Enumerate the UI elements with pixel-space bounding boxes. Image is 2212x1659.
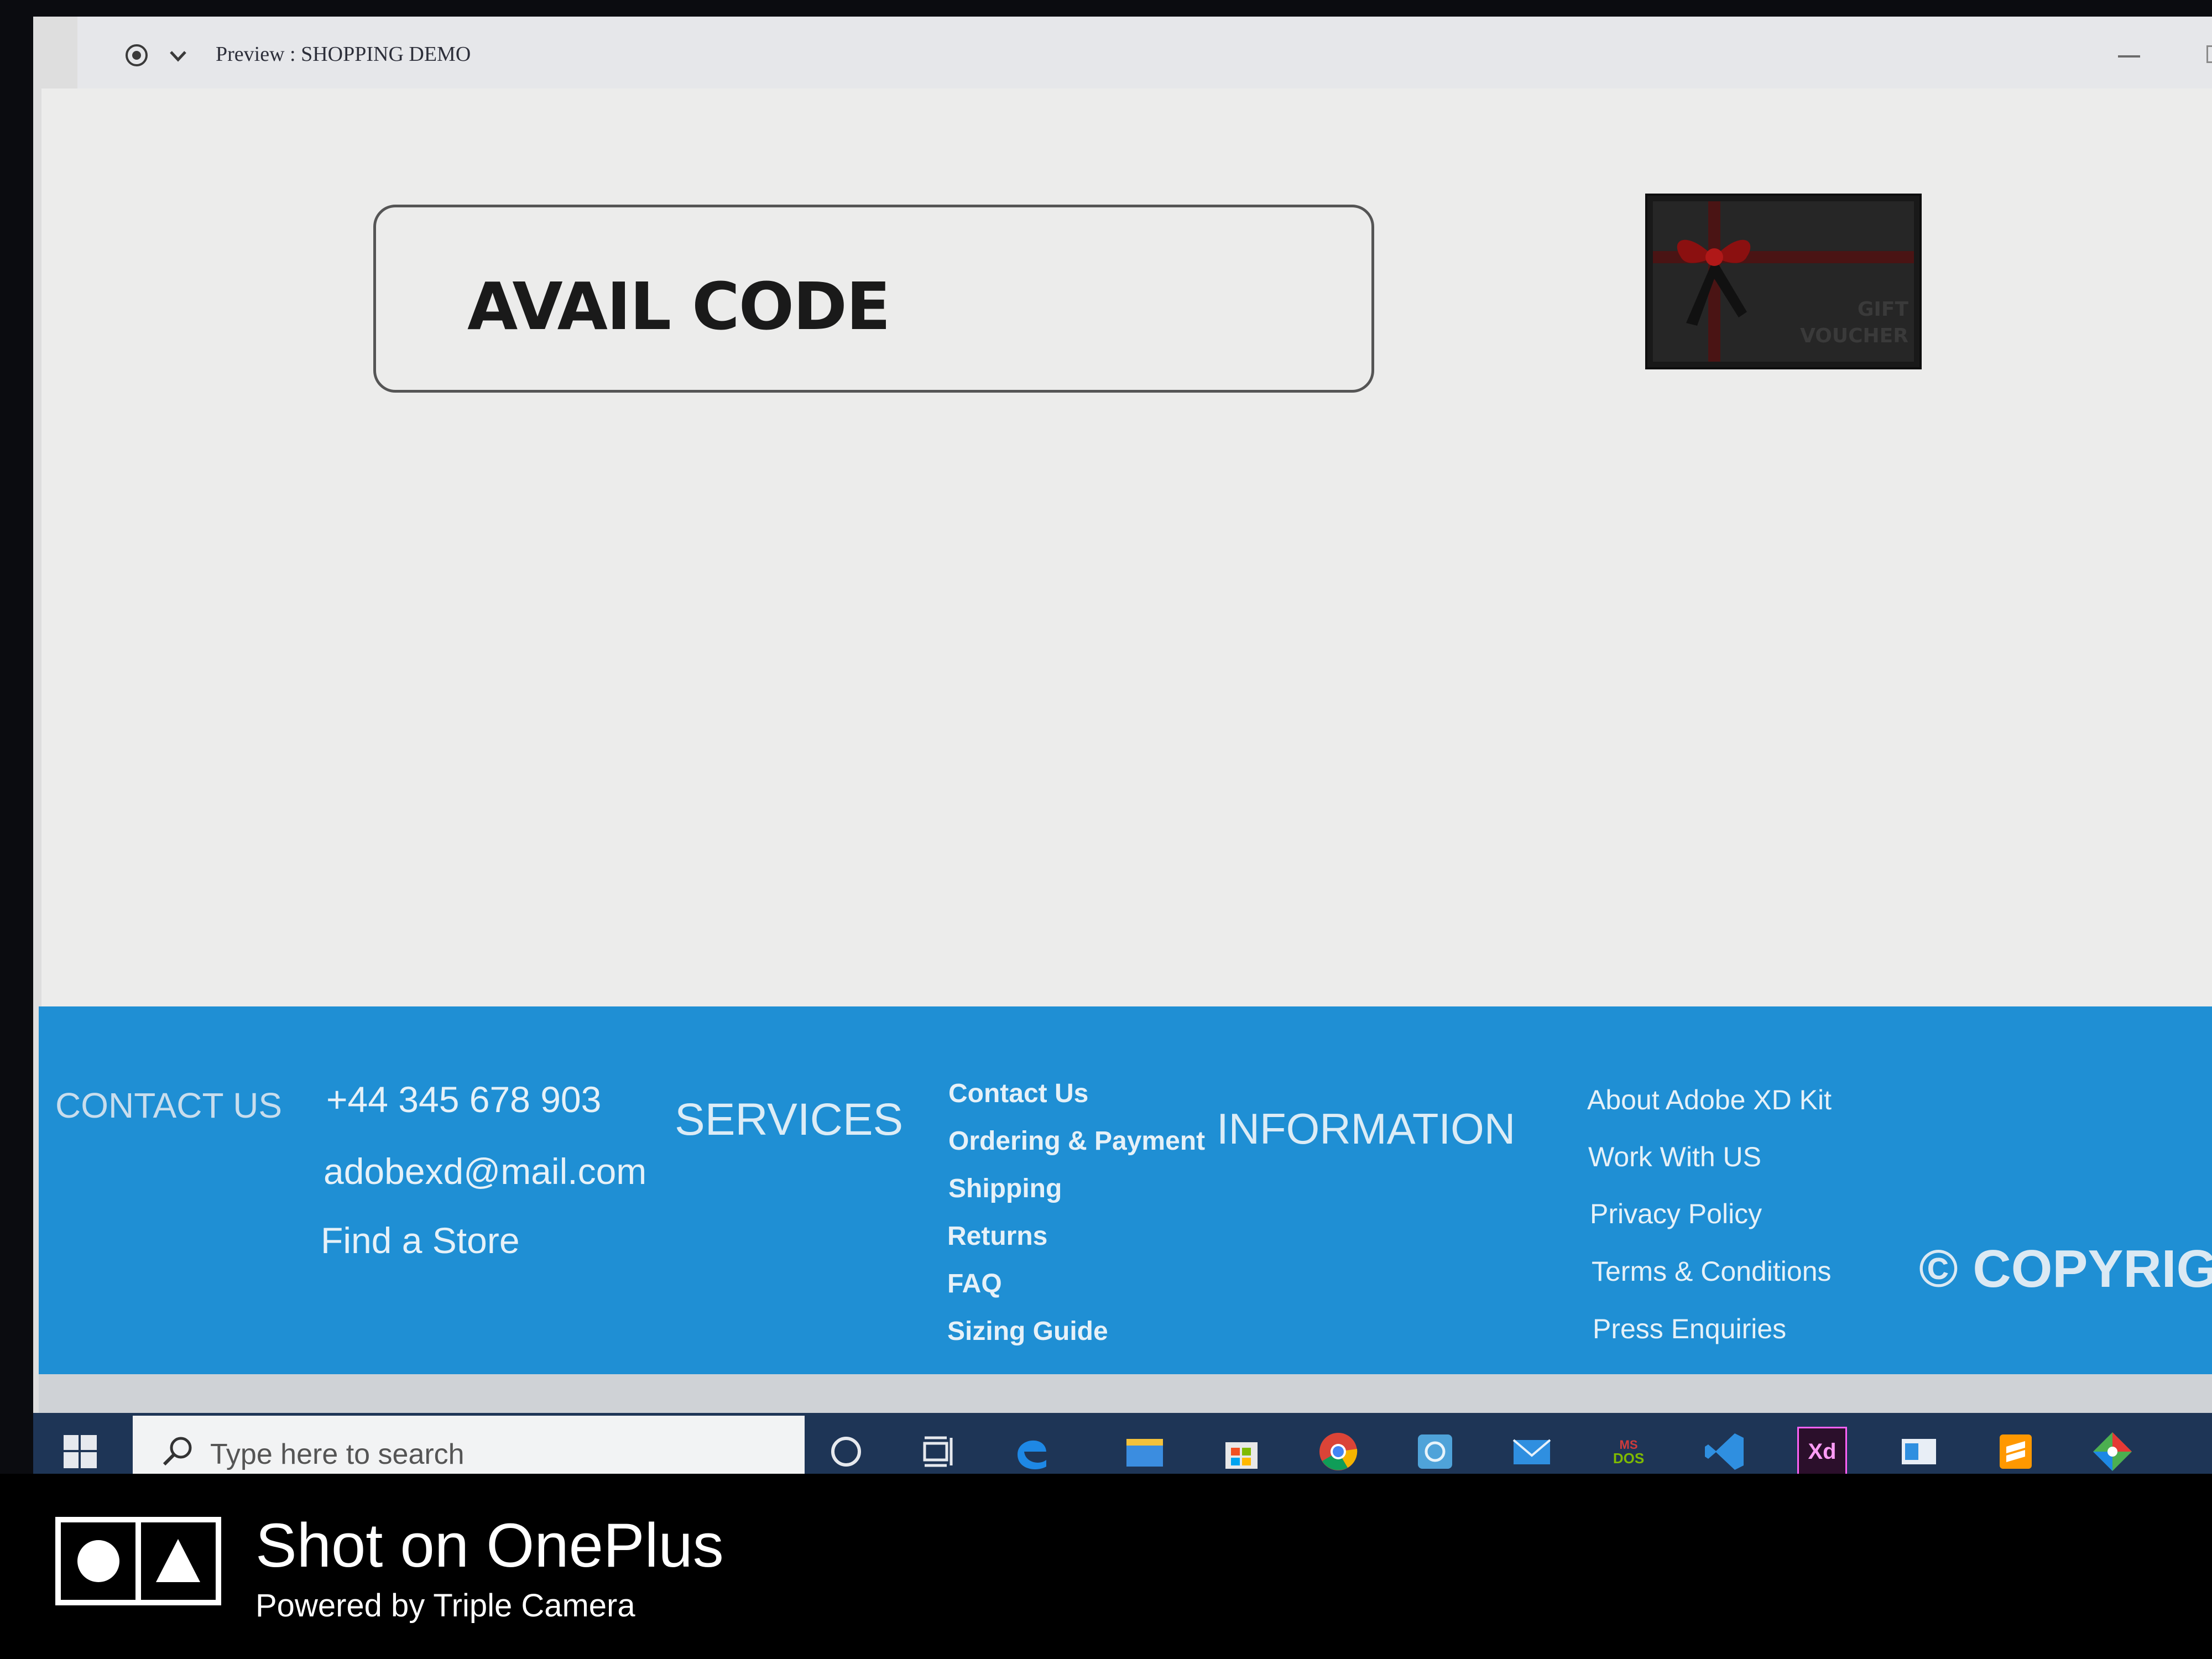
gift-text-line2: VOUCHER [1800, 325, 1908, 347]
windows-logo-icon [64, 1435, 97, 1468]
window-app-icon[interactable] [1894, 1427, 1944, 1477]
gift-text-line1: GIFT [1857, 298, 1908, 321]
gift-voucher-text: GIFT VOUCHER [1800, 296, 1908, 349]
avail-code-button[interactable]: AVAIL CODE [373, 205, 1374, 393]
services-link-contact-us[interactable]: Contact Us [948, 1078, 1088, 1109]
start-button[interactable] [33, 1413, 127, 1477]
services-link-ordering-payment[interactable]: Ordering & Payment [948, 1126, 1205, 1156]
record-icon[interactable] [124, 43, 149, 67]
search-placeholder: Type here to search [210, 1438, 465, 1470]
windows-taskbar: Type here to search MS DOS Xd [33, 1413, 2212, 1477]
mail-icon[interactable] [1507, 1427, 1557, 1477]
services-heading: SERVICES [675, 1094, 904, 1145]
minimize-icon[interactable] [2118, 55, 2140, 58]
services-link-faq[interactable]: FAQ [947, 1269, 1002, 1299]
watermark-subtitle: Powered by Triple Camera [255, 1588, 635, 1624]
email-link[interactable]: adobexd@mail.com [324, 1150, 646, 1192]
camera-logo-icon [55, 1517, 221, 1605]
vscode-icon[interactable] [1700, 1427, 1750, 1477]
camera-watermark: Shot on OnePlus Powered by Triple Camera [0, 1474, 2212, 1659]
info-link-privacy-policy[interactable]: Privacy Policy [1590, 1198, 1762, 1230]
info-link-terms-conditions[interactable]: Terms & Conditions [1592, 1255, 1832, 1287]
monitor-screen: Preview : SHOPPING DEMO AVAIL CODE GIFT … [33, 17, 2212, 1477]
chrome-icon[interactable] [1313, 1427, 1363, 1477]
information-heading: INFORMATION [1217, 1104, 1516, 1153]
phone-number[interactable]: +44 345 678 903 [326, 1078, 601, 1120]
footer-bottom-strip [39, 1374, 2212, 1413]
svg-text:DOS: DOS [1613, 1450, 1644, 1467]
adobe-xd-label: Xd [1808, 1439, 1837, 1464]
ms-dos-icon[interactable]: MS DOS [1604, 1427, 1653, 1477]
sublime-text-icon[interactable] [1991, 1427, 2041, 1477]
maximize-icon[interactable] [2206, 45, 2212, 63]
services-link-shipping[interactable]: Shipping [948, 1173, 1062, 1204]
page-content: AVAIL CODE GIFT VOUCHER [41, 88, 2212, 1006]
app-icon[interactable] [1410, 1427, 1460, 1477]
services-link-sizing-guide[interactable]: Sizing Guide [947, 1316, 1108, 1347]
edge-icon[interactable] [1006, 1427, 1056, 1477]
find-store-link[interactable]: Find a Store [321, 1219, 520, 1261]
file-explorer-icon[interactable] [1120, 1427, 1170, 1477]
git-icon[interactable] [2088, 1427, 2137, 1477]
site-footer: CONTACT US +44 345 678 903 adobexd@mail.… [39, 1006, 2212, 1374]
gift-voucher-image[interactable]: GIFT VOUCHER [1645, 194, 1922, 369]
info-link-about-adobe-xd[interactable]: About Adobe XD Kit [1587, 1084, 1832, 1116]
cortana-icon[interactable] [821, 1427, 871, 1477]
info-link-work-with-us[interactable]: Work With US [1588, 1141, 1761, 1173]
watermark-title: Shot on OnePlus [255, 1511, 724, 1580]
services-link-returns[interactable]: Returns [947, 1221, 1047, 1251]
contact-us-heading: CONTACT US [55, 1086, 283, 1125]
taskbar-search-input[interactable]: Type here to search [133, 1416, 805, 1477]
store-icon[interactable] [1217, 1427, 1266, 1477]
avail-code-label: AVAIL CODE [467, 268, 891, 345]
chevron-down-icon[interactable] [169, 49, 187, 63]
window-title: Preview : SHOPPING DEMO [216, 43, 471, 66]
search-icon [163, 1437, 192, 1466]
task-view-icon[interactable] [912, 1427, 962, 1477]
info-link-press-enquiries[interactable]: Press Enquiries [1593, 1313, 1786, 1345]
window-titlebar: Preview : SHOPPING DEMO [77, 17, 2212, 90]
copyright-text: © COPYRIG [1919, 1239, 2212, 1298]
adobe-xd-icon[interactable]: Xd [1797, 1427, 1847, 1477]
